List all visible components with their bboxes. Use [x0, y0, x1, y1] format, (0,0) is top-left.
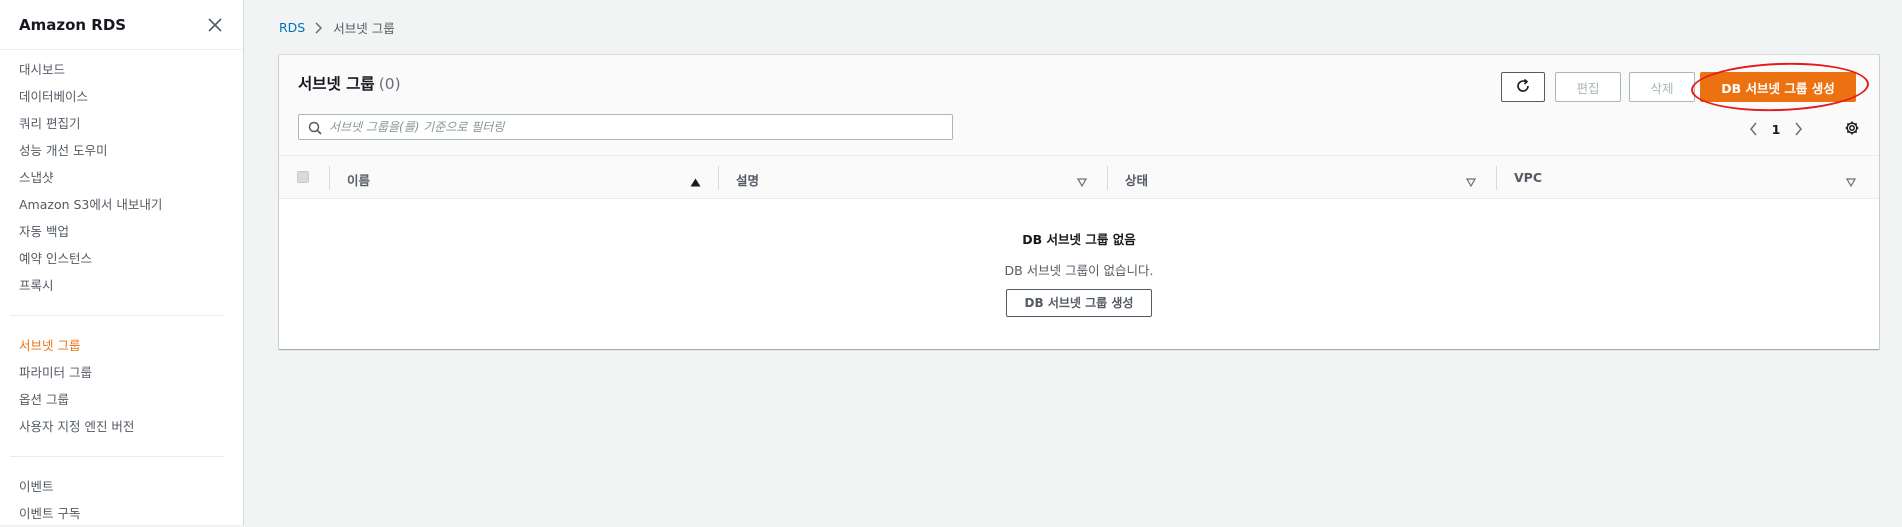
sidebar-item-query-editor[interactable]: 쿼리 편집기 [0, 110, 243, 137]
sidebar-nav: 대시보드 데이터베이스 쿼리 편집기 성능 개선 도우미 스냅샷 Amazon … [0, 50, 243, 527]
delete-button[interactable]: 삭제 [1629, 72, 1695, 102]
panel-title-text: 서브넷 그룹 [298, 75, 375, 93]
sidebar-item-subnet-groups[interactable]: 서브넷 그룹 [0, 332, 243, 359]
column-divider [329, 166, 330, 190]
sidebar: Amazon RDS 대시보드 데이터베이스 쿼리 편집기 성능 개선 도우미 … [0, 0, 244, 525]
breadcrumb-rds-link[interactable]: RDS [279, 20, 305, 35]
sidebar-item-performance-insights[interactable]: 성능 개선 도우미 [0, 137, 243, 164]
column-divider [718, 166, 719, 190]
sidebar-item-parameter-groups[interactable]: 파라미터 그룹 [0, 359, 243, 386]
sidebar-divider [10, 456, 225, 457]
sidebar-item-automated-backups[interactable]: 자동 백업 [0, 218, 243, 245]
refresh-button[interactable] [1501, 72, 1545, 102]
sidebar-item-dashboard[interactable]: 대시보드 [0, 56, 243, 83]
subnet-groups-panel: 서브넷 그룹 (0) 편집 삭제 DB 서브넷 그룹 생성 서브넷 그룹을(를)… [279, 55, 1879, 349]
page-number[interactable]: 1 [1764, 122, 1788, 137]
column-header-status[interactable]: 상태 [1125, 170, 1148, 189]
sidebar-item-proxies[interactable]: 프록시 [0, 272, 243, 299]
column-header-vpc[interactable]: VPC [1514, 170, 1542, 185]
empty-state: DB 서브넷 그룹 없음 DB 서브넷 그룹이 없습니다. DB 서브넷 그룹 … [279, 199, 1879, 317]
sidebar-item-custom-engine-versions[interactable]: 사용자 지정 엔진 버전 [0, 413, 243, 440]
column-divider [1496, 166, 1497, 190]
search-input[interactable] [329, 120, 952, 134]
search-icon [308, 120, 322, 139]
breadcrumb-current: 서브넷 그룹 [333, 21, 395, 36]
sidebar-item-databases[interactable]: 데이터베이스 [0, 83, 243, 110]
column-header-name[interactable]: 이름 [347, 170, 370, 189]
chevron-right-icon[interactable] [1788, 119, 1808, 139]
sidebar-item-s3-exports[interactable]: Amazon S3에서 내보내기 [0, 191, 243, 218]
sidebar-item-snapshots[interactable]: 스냅샷 [0, 164, 243, 191]
close-icon[interactable] [206, 16, 224, 34]
create-subnet-group-button[interactable]: DB 서브넷 그룹 생성 [1700, 72, 1856, 102]
column-header-description[interactable]: 설명 [736, 170, 759, 189]
sidebar-item-events[interactable]: 이벤트 [0, 473, 243, 500]
table-header: 이름 설명 상태 VPC [279, 155, 1879, 199]
sidebar-item-reserved-instances[interactable]: 예약 인스턴스 [0, 245, 243, 272]
panel-header: 서브넷 그룹 (0) 편집 삭제 DB 서브넷 그룹 생성 서브넷 그룹을(를)… [279, 55, 1879, 155]
panel-title: 서브넷 그룹 (0) [298, 72, 401, 94]
breadcrumb: RDS 서브넷 그룹 [279, 18, 395, 37]
sort-icon[interactable] [1845, 172, 1857, 191]
empty-state-create-button[interactable]: DB 서브넷 그룹 생성 [1005, 289, 1153, 317]
chevron-left-icon[interactable] [1744, 119, 1764, 139]
empty-state-description: DB 서브넷 그룹이 없습니다. [1004, 263, 1154, 278]
pagination: 1 [1744, 119, 1808, 139]
refresh-icon [1515, 78, 1531, 97]
column-divider [1107, 166, 1108, 190]
panel-count: (0) [378, 75, 401, 93]
sidebar-item-option-groups[interactable]: 옵션 그룹 [0, 386, 243, 413]
edit-button[interactable]: 편집 [1555, 72, 1621, 102]
main-content: RDS 서브넷 그룹 서브넷 그룹(0) 편집 삭제 DB 서브넷 그룹 생성 [244, 0, 1902, 525]
sidebar-header: Amazon RDS [0, 0, 243, 50]
gear-icon[interactable] [1842, 118, 1862, 138]
sort-icon[interactable] [1076, 172, 1088, 191]
sort-icon[interactable] [1465, 172, 1477, 191]
sidebar-divider [10, 315, 225, 316]
search-field[interactable] [298, 114, 953, 140]
sidebar-item-event-subscriptions[interactable]: 이벤트 구독 [0, 500, 243, 527]
empty-state-title: DB 서브넷 그룹 없음 [1022, 232, 1136, 247]
sidebar-title: Amazon RDS [19, 15, 127, 34]
chevron-right-icon [314, 21, 324, 34]
sort-ascending-icon[interactable] [690, 172, 701, 191]
select-all-checkbox[interactable] [297, 171, 309, 183]
